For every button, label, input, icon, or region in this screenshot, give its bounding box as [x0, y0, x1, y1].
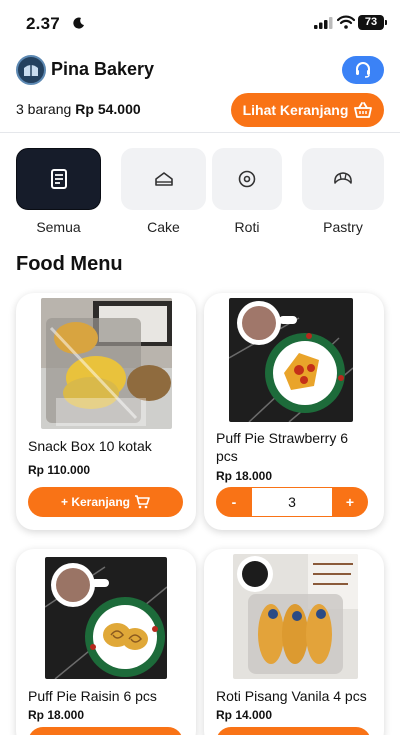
category-label: Semua	[36, 219, 81, 235]
product-image	[41, 298, 172, 429]
category-roti[interactable]: Roti	[212, 148, 297, 235]
croissant-icon	[334, 172, 352, 184]
product-name: Roti Pisang Vanila 4 pcs	[216, 688, 367, 704]
product-name: Puff Pie Raisin 6 pcs	[28, 688, 157, 704]
category-pastry[interactable]: Pastry	[302, 148, 384, 235]
basket-icon	[354, 102, 373, 118]
header-divider	[0, 132, 400, 133]
product-card[interactable]: Puff Pie Strawberry 6 pcs Rp 18.000 - 3 …	[204, 293, 384, 530]
status-bar: 2.37 73	[0, 0, 400, 48]
list-icon	[50, 169, 67, 189]
product-name: Puff Pie Strawberry 6 pcs	[216, 430, 349, 464]
brand-name: Pina Bakery	[51, 59, 155, 79]
product-price: Rp 14.000	[216, 708, 273, 722]
cake-icon	[154, 172, 173, 186]
product-image	[45, 557, 167, 679]
category-semua[interactable]: Semua	[16, 148, 101, 235]
category-box	[212, 148, 282, 210]
cellular-signal-icon	[314, 17, 333, 29]
donut-icon	[238, 170, 256, 188]
add-to-cart-label: + Keranjang	[60, 495, 131, 509]
product-image	[229, 298, 353, 422]
quantity-value[interactable]: 3	[252, 487, 332, 517]
category-box	[16, 148, 101, 210]
battery-icon: 73	[358, 15, 387, 30]
product-card[interactable]: Snack Box 10 kotak Rp 110.000 + Keranjan…	[16, 293, 196, 530]
bakery-logo-icon	[16, 55, 46, 85]
section-title: Food Menu	[16, 253, 123, 275]
cart-total: Rp 54.000	[75, 101, 141, 117]
product-image	[233, 554, 358, 679]
cart-icon	[135, 495, 150, 509]
product-card[interactable]: Puff Pie Raisin 6 pcs Rp 18.000	[16, 549, 196, 735]
category-box	[121, 148, 206, 210]
cart-count: 3 barang	[16, 101, 72, 117]
increase-button[interactable]: +	[332, 487, 368, 517]
product-price: Rp 110.000	[28, 463, 91, 477]
cart-summary: 3 barang Rp 54.000	[16, 101, 141, 117]
category-label: Pastry	[323, 219, 363, 235]
product-name: Snack Box 10 kotak	[28, 438, 152, 454]
quantity-stepper: - 3 +	[216, 487, 368, 517]
status-time: 2.37	[26, 14, 60, 33]
moon-icon	[73, 17, 84, 29]
view-cart-button[interactable]: Lihat Keranjang	[231, 93, 384, 127]
product-card[interactable]: Roti Pisang Vanila 4 pcs Rp 14.000	[204, 549, 384, 735]
category-box	[302, 148, 384, 210]
wifi-icon	[337, 15, 355, 29]
view-cart-label: Lihat Keranjang	[242, 102, 349, 118]
category-label: Roti	[234, 219, 260, 235]
add-to-cart-button[interactable]	[216, 727, 371, 735]
product-price: Rp 18.000	[216, 469, 273, 483]
product-price: Rp 18.000	[28, 708, 85, 722]
category-label: Cake	[147, 219, 180, 235]
category-cake[interactable]: Cake	[121, 148, 206, 235]
headset-icon	[356, 62, 370, 78]
add-to-cart-button[interactable]	[28, 727, 183, 735]
add-to-cart-button[interactable]: + Keranjang	[28, 487, 183, 517]
decrease-button[interactable]: -	[216, 487, 252, 517]
support-button[interactable]	[342, 56, 384, 84]
